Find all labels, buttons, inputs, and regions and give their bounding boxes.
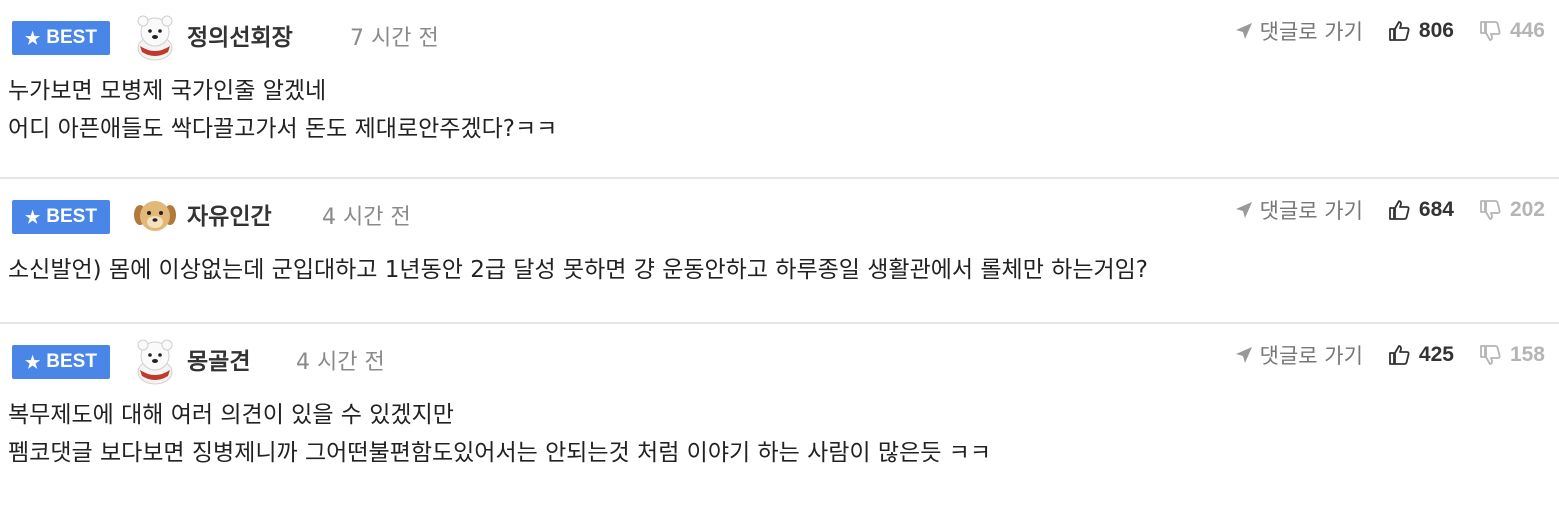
- comment-header: ★ BEST 자유인간 4 시간 전 댓글로 가기 684 202: [6, 179, 1559, 251]
- best-badge-label: BEST: [46, 27, 97, 48]
- reply-link-label: 댓글로 가기: [1259, 199, 1363, 223]
- send-arrow-icon: [1235, 202, 1252, 218]
- downvote-button[interactable]: 158: [1478, 343, 1545, 367]
- thumbs-down-icon: [1480, 21, 1501, 41]
- comment-timestamp: 7 시간 전: [350, 26, 439, 51]
- comment-list: ★ BEST 정의선회장 7 시간 전 댓글로 가기 806 446 누가보면 …: [0, 0, 1559, 508]
- comment-timestamp: 4 시간 전: [322, 205, 411, 230]
- reply-link[interactable]: 댓글로 가기: [1234, 16, 1363, 46]
- send-arrow-icon: [1235, 347, 1252, 363]
- comment-item: ★ BEST 몽골견 4 시간 전 댓글로 가기 425 158 복무제도에 대…: [0, 324, 1559, 508]
- comment-timestamp: 4 시간 전: [296, 350, 385, 375]
- downvote-button[interactable]: 446: [1478, 19, 1545, 43]
- comment-line: 펨코댓글 보다보면 징병제니까 그어떤불편함도있어서는 안되는것 처럼 이야기 …: [8, 440, 991, 466]
- best-badge: ★ BEST: [12, 200, 110, 234]
- polar-bear-avatar[interactable]: [130, 336, 180, 386]
- star-icon: ★: [25, 28, 41, 48]
- comment-username[interactable]: 정의선회장: [187, 18, 293, 52]
- downvote-button[interactable]: 202: [1478, 198, 1545, 222]
- upvote-button[interactable]: 806: [1387, 19, 1454, 43]
- downvote-count: 446: [1509, 19, 1545, 42]
- comment-item: ★ BEST 자유인간 4 시간 전 댓글로 가기 684 202 소신발언) …: [0, 179, 1559, 324]
- thumbs-down-icon: [1480, 200, 1501, 220]
- comment-actions: 댓글로 가기 425 158: [1234, 340, 1545, 370]
- comment-username[interactable]: 자유인간: [187, 197, 272, 231]
- polar-bear-avatar[interactable]: [130, 12, 180, 62]
- thumbs-up-icon: [1389, 21, 1410, 41]
- comment-body: 누가보면 모병제 국가인줄 알겠네 어디 아픈애들도 싹다끌고가서 돈도 제대로…: [6, 72, 1559, 148]
- puppy-avatar[interactable]: [130, 191, 180, 241]
- send-arrow-icon: [1235, 23, 1252, 39]
- star-icon: ★: [25, 207, 41, 227]
- comment-header: ★ BEST 몽골견 4 시간 전 댓글로 가기 425 158: [6, 324, 1559, 396]
- best-badge: ★ BEST: [12, 21, 110, 55]
- comment-body: 복무제도에 대해 여러 의견이 있을 수 있겠지만 펨코댓글 보다보면 징병제니…: [6, 396, 1559, 472]
- comment-line: 어디 아픈애들도 싹다끌고가서 돈도 제대로안주겠다?ㅋㅋ: [8, 116, 558, 142]
- reply-link-label: 댓글로 가기: [1259, 20, 1363, 44]
- comment-body: 소신발언) 몸에 이상없는데 군입대하고 1년동안 2급 달성 못하면 걍 운동…: [6, 251, 1559, 289]
- best-badge: ★ BEST: [12, 345, 110, 379]
- upvote-button[interactable]: 425: [1387, 343, 1454, 367]
- upvote-count: 806: [1418, 19, 1454, 42]
- comment-username[interactable]: 몽골견: [187, 342, 250, 376]
- comment-line: 누가보면 모병제 국가인줄 알겠네: [8, 78, 327, 104]
- thumbs-up-icon: [1389, 200, 1410, 220]
- comment-line: 소신발언) 몸에 이상없는데 군입대하고 1년동안 2급 달성 못하면 걍 운동…: [8, 257, 1149, 283]
- upvote-count: 425: [1418, 343, 1454, 366]
- comment-header: ★ BEST 정의선회장 7 시간 전 댓글로 가기 806 446: [6, 0, 1559, 72]
- upvote-button[interactable]: 684: [1387, 198, 1454, 222]
- thumbs-down-icon: [1480, 345, 1501, 365]
- comment-item: ★ BEST 정의선회장 7 시간 전 댓글로 가기 806 446 누가보면 …: [0, 0, 1559, 179]
- star-icon: ★: [25, 352, 41, 372]
- reply-link[interactable]: 댓글로 가기: [1234, 195, 1363, 225]
- comment-actions: 댓글로 가기 684 202: [1234, 195, 1545, 225]
- downvote-count: 158: [1509, 343, 1545, 366]
- reply-link[interactable]: 댓글로 가기: [1234, 340, 1363, 370]
- downvote-count: 202: [1509, 198, 1545, 221]
- comment-line: 복무제도에 대해 여러 의견이 있을 수 있겠지만: [8, 402, 454, 428]
- best-badge-label: BEST: [46, 351, 97, 372]
- comment-actions: 댓글로 가기 806 446: [1234, 16, 1545, 46]
- thumbs-up-icon: [1389, 345, 1410, 365]
- best-badge-label: BEST: [46, 206, 97, 227]
- upvote-count: 684: [1418, 198, 1454, 221]
- reply-link-label: 댓글로 가기: [1259, 344, 1363, 368]
